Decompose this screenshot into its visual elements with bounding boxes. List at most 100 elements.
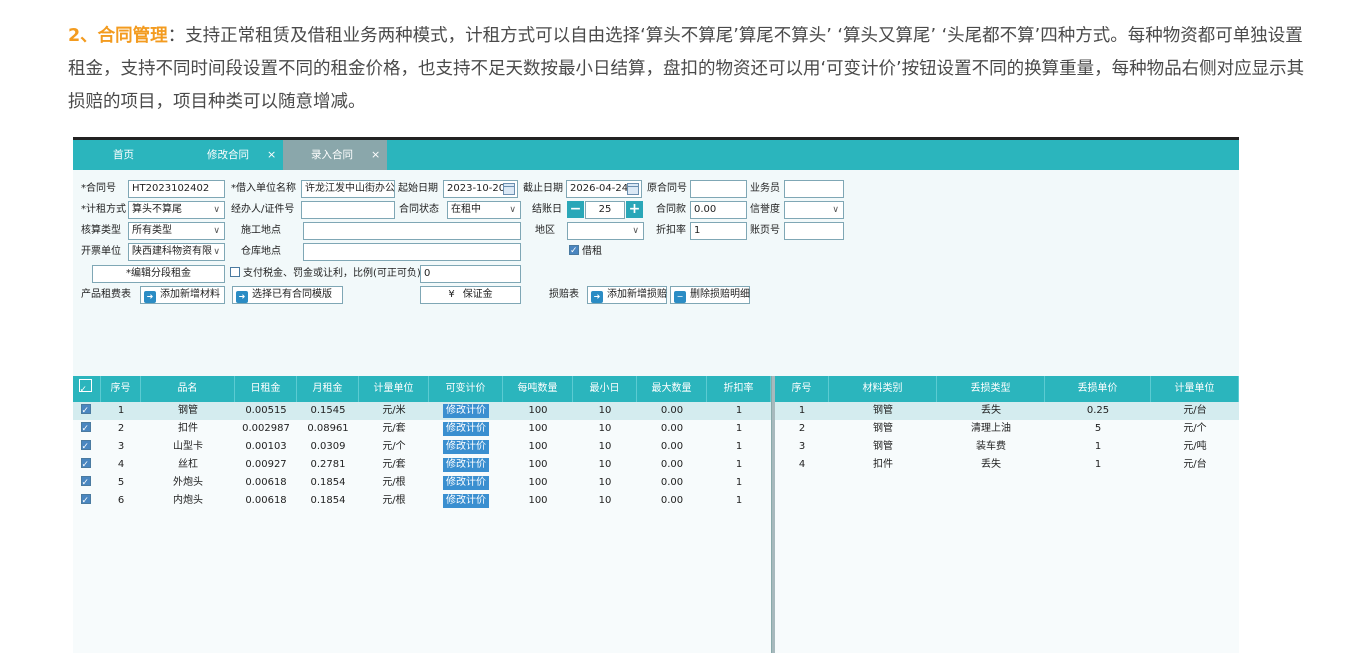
tab-enter-contract[interactable]: 录入合同 × — [283, 140, 387, 170]
settle-day-input[interactable]: 25 — [585, 201, 625, 219]
column-header[interactable]: 折扣率 — [707, 376, 771, 402]
edit-segment-rent-button[interactable]: *编辑分段租金 — [92, 265, 225, 283]
table-row[interactable]: 1 钢管 0.00515 0.1545 元/米 修改计价 100 10 0.00… — [73, 402, 771, 420]
checkbox-checked-icon[interactable] — [80, 474, 91, 492]
column-header[interactable]: 日租金 — [235, 376, 297, 402]
arrow-right-icon: ➜ — [144, 291, 156, 303]
column-header[interactable]: 序号 — [101, 376, 141, 402]
site-input[interactable] — [303, 222, 521, 240]
select-template-button[interactable]: ➜ 选择已有合同模版 — [232, 286, 343, 304]
column-header[interactable]: 计量单位 — [1151, 376, 1239, 402]
settle-day-stepper[interactable]: − 25 + — [567, 201, 644, 219]
contract-no-input[interactable]: HT2023102402 — [128, 180, 225, 198]
pay-tax-label: 支付税金、罚金或让利，比例(可正可负) — [243, 268, 421, 279]
borrow-rent-label: 借租 — [582, 246, 602, 257]
discount-input[interactable]: 1 — [690, 222, 747, 240]
row-per-ton: 100 — [528, 459, 548, 470]
calendar-icon[interactable] — [503, 183, 515, 195]
checkbox-checked-icon[interactable] — [80, 402, 91, 420]
row-unit: 元/个 — [382, 441, 406, 452]
table-row[interactable]: 2 钢管 清理上油 5 元/个 — [775, 420, 1239, 438]
column-header[interactable]: 可变计价 — [429, 376, 503, 402]
table-row[interactable]: 3 钢管 装车费 1 元/吨 — [775, 438, 1239, 456]
table-row[interactable]: 5 外炮头 0.00618 0.1854 元/根 修改计价 100 10 0.0… — [73, 474, 771, 492]
contract-amount-input[interactable]: 0.00 — [690, 201, 747, 219]
modify-price-button[interactable]: 修改计价 — [443, 422, 489, 436]
table-row[interactable]: 6 内炮头 0.00618 0.1854 元/根 修改计价 100 10 0.0… — [73, 492, 771, 510]
start-date-input[interactable]: 2023-10-20 — [443, 180, 518, 198]
invoice-unit-select[interactable]: 陕西建科物资有限 ∨ — [128, 243, 225, 261]
pay-tax-checkbox[interactable]: 支付税金、罚金或让利，比例(可正可负) — [230, 266, 421, 282]
add-material-button[interactable]: ➜ 添加新增材料 — [140, 286, 225, 304]
add-damage-button[interactable]: ➜ 添加新增损赔 — [587, 286, 667, 304]
modify-price-button[interactable]: 修改计价 — [443, 404, 489, 418]
tab-home[interactable]: 首页 — [73, 140, 175, 170]
salesman-input[interactable] — [784, 180, 844, 198]
modify-price-button[interactable]: 修改计价 — [443, 494, 489, 508]
modify-price-button[interactable]: 修改计价 — [443, 476, 489, 490]
page-no-input[interactable] — [784, 222, 844, 240]
column-header[interactable]: 每吨数量 — [503, 376, 573, 402]
row-daily: 0.00515 — [245, 405, 287, 416]
column-header[interactable]: 丢损类型 — [937, 376, 1045, 402]
credit-label: 信誉度 — [750, 204, 780, 215]
modify-price-button[interactable]: 修改计价 — [443, 458, 489, 472]
table-row[interactable]: 1 钢管 丢失 0.25 元/台 — [775, 402, 1239, 420]
row-name: 丝杠 — [178, 459, 198, 470]
column-header[interactable]: 丢损单价 — [1045, 376, 1151, 402]
orig-contract-label: 原合同号 — [647, 183, 687, 194]
select-all-checkbox[interactable] — [73, 376, 101, 403]
row-name: 内炮头 — [173, 495, 203, 506]
borrow-rent-checkbox[interactable]: 借租 — [569, 243, 602, 260]
table-row[interactable]: 3 山型卡 0.00103 0.0309 元/个 修改计价 100 10 0.0… — [73, 438, 771, 456]
agent-input[interactable] — [301, 201, 395, 219]
column-header[interactable]: 计量单位 — [359, 376, 429, 402]
borrower-input[interactable]: 许龙江发中山街办公 — [301, 180, 395, 198]
checkbox-checked-icon[interactable] — [80, 420, 91, 438]
pay-tax-input[interactable]: 0 — [420, 265, 521, 283]
tab-edit-contract[interactable]: 修改合同 × — [175, 140, 283, 170]
checkbox-checked-icon[interactable] — [80, 438, 91, 456]
close-icon[interactable]: × — [267, 140, 276, 170]
minus-icon[interactable]: − — [567, 201, 584, 218]
column-header[interactable]: 品名 — [141, 376, 235, 402]
row-discount: 1 — [735, 477, 743, 488]
chevron-down-icon: ∨ — [213, 226, 220, 236]
orig-contract-input[interactable] — [690, 180, 747, 198]
end-date-input[interactable]: 2026-04-24 — [566, 180, 642, 198]
row-daily: 0.00103 — [245, 441, 287, 452]
calendar-icon[interactable] — [627, 183, 639, 195]
delete-damage-button[interactable]: − 删除损赔明细 — [670, 286, 750, 304]
column-header[interactable]: 最大数量 — [637, 376, 707, 402]
table-row[interactable]: 2 扣件 0.002987 0.08961 元/套 修改计价 100 10 0.… — [73, 420, 771, 438]
column-header[interactable]: 最小日 — [573, 376, 637, 402]
row-type: 清理上油 — [971, 423, 1011, 434]
row-category: 钢管 — [873, 405, 893, 416]
rent-method-select[interactable]: 算头不算尾 ∨ — [128, 201, 225, 219]
close-icon[interactable]: × — [371, 140, 380, 170]
row-type: 丢失 — [981, 405, 1001, 416]
contract-status-select[interactable]: 在租中 ∨ — [447, 201, 521, 219]
table-row[interactable]: 4 扣件 丢失 1 元/台 — [775, 456, 1239, 474]
row-discount: 1 — [735, 423, 743, 434]
credit-select[interactable]: ∨ — [784, 201, 844, 219]
column-header[interactable]: 月租金 — [297, 376, 359, 402]
table-row[interactable]: 4 丝杠 0.00927 0.2781 元/套 修改计价 100 10 0.00… — [73, 456, 771, 474]
region-select[interactable]: ∨ — [567, 222, 644, 240]
checkbox-checked-icon[interactable] — [80, 456, 91, 474]
calc-type-select[interactable]: 所有类型 ∨ — [128, 222, 225, 240]
delete-damage-label: 删除损赔明细 — [690, 289, 750, 300]
deposit-button[interactable]: ¥ 保证金 — [420, 286, 521, 304]
column-header[interactable]: 序号 — [775, 376, 829, 402]
salesman-label: 业务员 — [750, 183, 780, 194]
column-header[interactable]: 材料类别 — [829, 376, 937, 402]
checkbox-icon — [230, 267, 240, 277]
chevron-down-icon: ∨ — [832, 205, 839, 215]
row-no: 3 — [117, 441, 125, 452]
plus-icon[interactable]: + — [626, 201, 643, 218]
modify-price-button[interactable]: 修改计价 — [443, 440, 489, 454]
warehouse-input[interactable] — [303, 243, 521, 261]
product-rent-grid: 序号 品名 日租金 月租金 计量单位 可变计价 每吨数量 最小日 最大数量 折扣… — [73, 376, 771, 653]
checkbox-checked-icon[interactable] — [80, 492, 91, 510]
row-per-ton: 100 — [528, 441, 548, 452]
